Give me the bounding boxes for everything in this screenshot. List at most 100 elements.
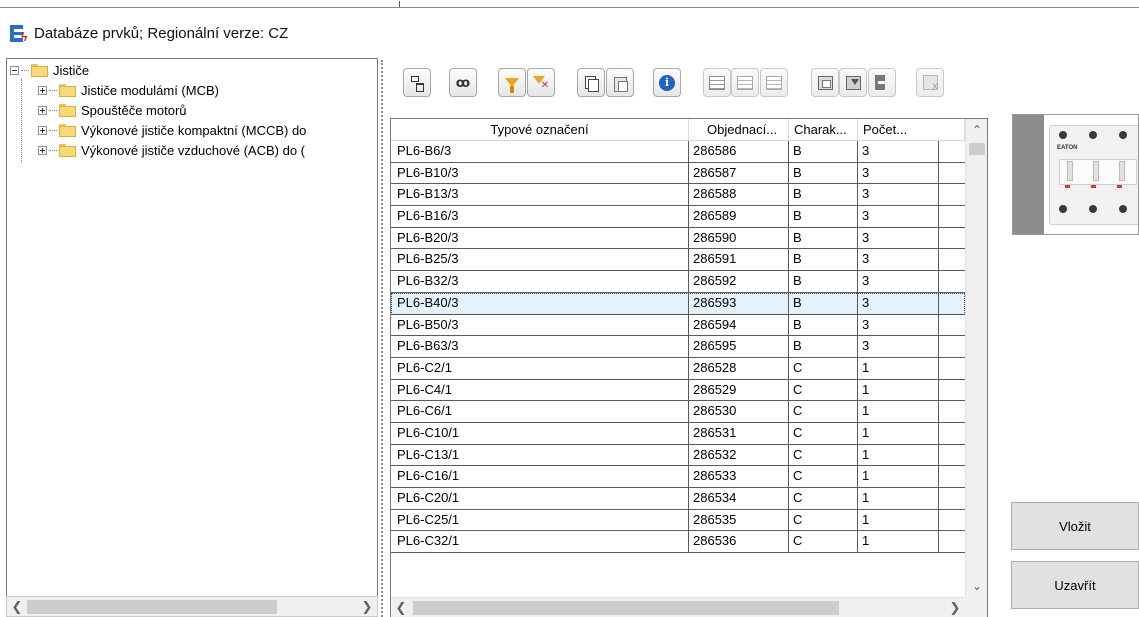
image-down-icon (845, 75, 861, 90)
table-row[interactable]: PL6-C6/1 286530 C 1 (391, 401, 965, 423)
table-vertical-scrollbar[interactable]: ⌃ ⌄ (965, 119, 987, 597)
grid-delete-button[interactable] (731, 68, 759, 97)
table-cell: PL6-B6/3 (391, 141, 689, 162)
tree-item-root[interactable]: Jističe (10, 61, 89, 80)
table-cell: 1 (858, 509, 939, 531)
table-row[interactable]: PL6-C32/1 286536 C 1 (391, 531, 965, 554)
tree-item[interactable]: Jističe modulámí (MCB) (38, 81, 219, 100)
find-button[interactable]: ꝏ (449, 68, 477, 97)
table-row[interactable]: PL6-B40/3 286593 B 3 (391, 292, 965, 315)
parts-table[interactable]: Typové označení Objednací... Charak... P… (390, 118, 988, 617)
table-cell: 286528 (689, 357, 789, 379)
table-cell: C (789, 466, 858, 487)
filter-button[interactable] (498, 68, 526, 97)
table-cell: 286592 (689, 271, 789, 292)
info-button[interactable]: i (653, 68, 681, 97)
top-border-mark (399, 1, 400, 7)
table-cell: 286588 (689, 184, 789, 206)
scroll-left-icon[interactable]: ❮ (393, 600, 409, 616)
copy-button[interactable] (577, 68, 605, 97)
eplan-button[interactable] (868, 68, 896, 97)
table-row[interactable]: PL6-C4/1 286529 C 1 (391, 379, 965, 402)
grid-button[interactable] (703, 68, 731, 97)
tree-item-label: Výkonové jističe vzduchové (ACB) do ( (81, 143, 305, 158)
table-row[interactable]: PL6-B10/3 286587 B 3 (391, 162, 965, 185)
scroll-right-icon[interactable]: ❯ (947, 600, 963, 616)
table-cell: C (789, 509, 858, 531)
table-row[interactable]: PL6-B25/3 286591 B 3 (391, 249, 965, 272)
table-row[interactable]: PL6-C16/1 286533 C 1 (391, 466, 965, 488)
folder-icon (59, 144, 76, 157)
scroll-left-icon[interactable]: ❮ (9, 599, 25, 615)
scrollbar-thumb[interactable] (27, 600, 277, 614)
table-row[interactable]: PL6-B20/3 286590 B 3 (391, 227, 965, 250)
table-row[interactable]: PL6-B16/3 286589 B 3 (391, 206, 965, 228)
table-cell: PL6-B32/3 (391, 271, 689, 292)
tree-horizontal-scrollbar[interactable]: ❮ ❯ (6, 596, 378, 617)
table-row[interactable]: PL6-C10/1 286531 C 1 (391, 422, 965, 445)
image-down-button[interactable] (839, 68, 867, 97)
column-header-type[interactable]: Typové označení (391, 119, 689, 141)
column-header-order-number[interactable]: Objednací... (689, 119, 789, 141)
preview-background (1013, 115, 1044, 234)
tree-item[interactable]: Výkonové jističe vzduchové (ACB) do ( (38, 141, 305, 160)
tree-view-button[interactable] (403, 68, 431, 97)
table-row[interactable]: PL6-C2/1 286528 C 1 (391, 357, 965, 380)
scrollbar-thumb[interactable] (969, 143, 985, 155)
table-cell: 1 (858, 357, 939, 379)
image-icon (817, 75, 833, 90)
table-horizontal-scrollbar[interactable]: ❮ ❯ (391, 597, 965, 617)
tree-item-label: Jističe modulámí (MCB) (81, 83, 219, 98)
table-cell: PL6-C2/1 (391, 357, 689, 379)
column-header-poles[interactable]: Počet... (858, 119, 965, 141)
copy-icon (583, 75, 599, 92)
paste-button[interactable] (606, 68, 634, 97)
tree-item[interactable]: Spouštěče motorů (38, 101, 187, 120)
table-cell: 3 (858, 249, 939, 271)
table-cell: B (789, 271, 858, 292)
scroll-down-icon[interactable]: ⌄ (966, 578, 987, 594)
expand-icon[interactable] (38, 106, 47, 115)
scroll-right-icon[interactable]: ❯ (359, 599, 375, 615)
category-tree[interactable]: Jističe Jističe modulámí (MCB) Spouštěče… (6, 58, 378, 617)
remove-filter-button[interactable]: ✕ (527, 68, 555, 97)
table-cell: PL6-B50/3 (391, 314, 689, 336)
table-row[interactable]: PL6-B6/3 286586 B 3 (391, 141, 965, 163)
close-button[interactable]: Uzavřít (1011, 561, 1139, 609)
table-row[interactable]: PL6-B13/3 286588 B 3 (391, 184, 965, 207)
circuit-breaker-image: EATON (1045, 119, 1138, 231)
grid-delete-2-button[interactable] (760, 68, 788, 97)
table-row[interactable]: PL6-C20/1 286534 C 1 (391, 488, 965, 510)
table-cell: 3 (858, 141, 939, 162)
scrollbar-thumb[interactable] (413, 601, 839, 615)
tree-item-label: Výkonové jističe kompaktní (MCCB) do (81, 123, 307, 138)
expand-icon[interactable] (38, 86, 47, 95)
column-header-characteristic[interactable]: Charak... (789, 119, 858, 141)
table-cell: 1 (858, 422, 939, 444)
table-row[interactable]: PL6-B50/3 286594 B 3 (391, 314, 965, 337)
table-cell: 3 (858, 336, 939, 357)
expand-icon[interactable] (38, 146, 47, 155)
table-cell: 286531 (689, 422, 789, 444)
panel-splitter[interactable] (381, 60, 384, 617)
table-cell: 286586 (689, 141, 789, 162)
table-cell: 286532 (689, 444, 789, 466)
table-row[interactable]: PL6-B32/3 286592 B 3 (391, 271, 965, 293)
scroll-up-icon[interactable]: ⌃ (966, 122, 987, 138)
image-button[interactable] (811, 68, 839, 97)
table-cell: 3 (858, 206, 939, 227)
expand-icon[interactable] (38, 126, 47, 135)
tree-item[interactable]: Výkonové jističe kompaktní (MCCB) do (38, 121, 306, 140)
tree-view-icon (409, 75, 425, 92)
delete-button[interactable] (916, 68, 944, 97)
table-row[interactable]: PL6-C13/1 286532 C 1 (391, 444, 965, 467)
collapse-icon[interactable] (10, 66, 19, 75)
table-cell: 1 (858, 401, 939, 422)
tree-dots (49, 150, 57, 151)
table-row[interactable]: PL6-C25/1 286535 C 1 (391, 509, 965, 532)
table-row[interactable]: PL6-B63/3 286595 B 3 (391, 336, 965, 358)
table-cell: 286587 (689, 162, 789, 184)
table-cell: C (789, 401, 858, 422)
table-cell: 3 (858, 227, 939, 249)
insert-button[interactable]: Vložit (1011, 502, 1139, 550)
